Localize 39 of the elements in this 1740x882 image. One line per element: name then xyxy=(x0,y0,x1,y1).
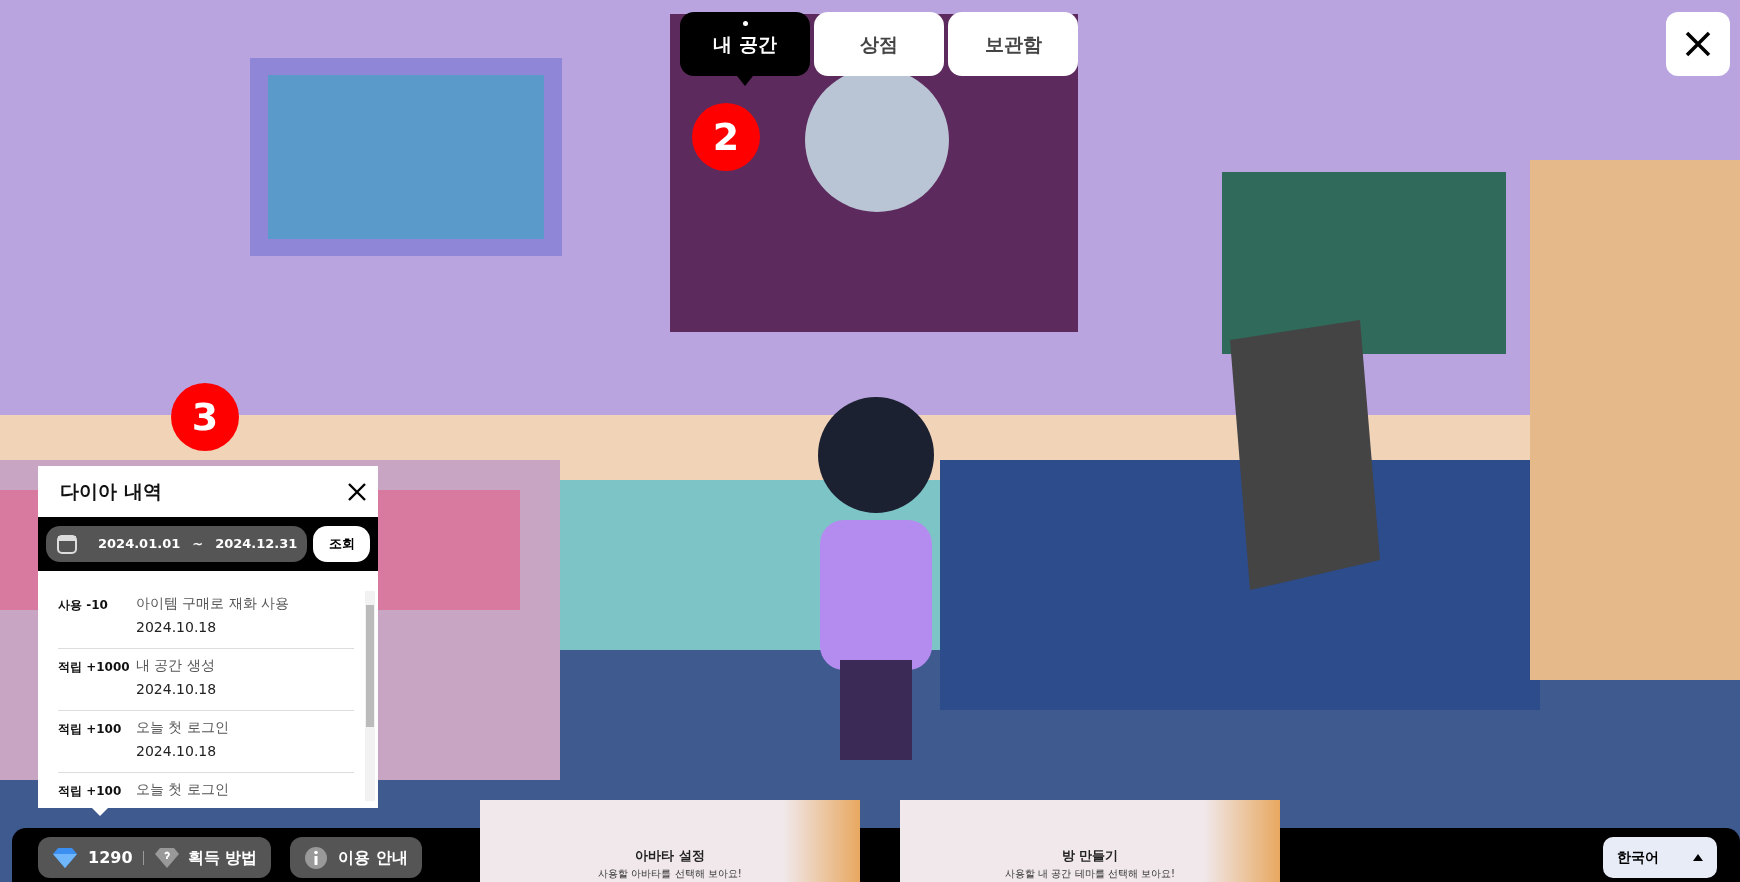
close-button[interactable] xyxy=(1666,12,1730,76)
search-button[interactable]: 조회 xyxy=(313,526,370,562)
entry-description: 내 공간 생성 xyxy=(136,656,216,675)
scrollbar[interactable] xyxy=(365,591,375,801)
caret-icon xyxy=(1693,854,1703,861)
entry-type: 사용 -10 xyxy=(58,597,109,614)
diamond-count: 1290 xyxy=(88,846,133,869)
language-select[interactable]: 한국어 xyxy=(1603,837,1717,878)
entry-date: 2024.10.18 xyxy=(136,742,218,761)
close-icon xyxy=(1685,31,1711,57)
diamond-question-icon xyxy=(153,846,180,869)
date-text: 2024.12.31 xyxy=(215,535,298,554)
calendar-icon xyxy=(56,533,78,555)
card-subtitle: 사용할 내 공간 테마를 선택해 보아요! xyxy=(1004,866,1176,881)
menu-card[interactable]: 방 만들기 사용할 내 공간 테마를 선택해 보아요! xyxy=(900,800,1280,882)
card-title: 방 만들기 xyxy=(1060,847,1120,866)
entry-type: 적립 +100 xyxy=(58,783,123,800)
entry-description: 오늘 첫 로그인 xyxy=(136,718,229,737)
guide-button[interactable]: 이용 안내 xyxy=(290,837,422,878)
date-separator: ~ xyxy=(192,535,204,554)
card-title: 아바타 설정 xyxy=(634,847,706,866)
close-icon xyxy=(348,483,366,501)
earn-button[interactable]: 획득 방법 xyxy=(153,845,258,870)
entry-date: 2024.10.18 xyxy=(136,680,217,699)
panel-title: 다이아 내역 xyxy=(60,479,162,505)
entry-description: 아이템 구매로 재화 사용 xyxy=(136,594,290,613)
date-range-field[interactable]: 2024.01.01 ~ 2024.12.31 xyxy=(46,526,308,562)
tab[interactable]: 보관함 xyxy=(948,12,1078,76)
tab[interactable]: 상점 xyxy=(814,12,944,76)
entry-description: 오늘 첫 로그인 xyxy=(136,780,229,799)
card-subtitle: 사용할 아바타를 선택해 보아요! xyxy=(597,866,743,881)
date-text: 2024.01.01 xyxy=(98,535,181,554)
entry-type: 적립 +100 xyxy=(58,721,123,738)
info-icon xyxy=(304,845,328,870)
tab[interactable]: 내 공간 xyxy=(680,12,810,76)
menu-card[interactable]: 아바타 설정 사용할 아바타를 선택해 보아요! xyxy=(480,800,860,882)
entry-type: 적립 +1000 xyxy=(58,659,131,676)
entry-date: 2024.10.18 xyxy=(136,618,218,637)
diamond-icon xyxy=(52,846,78,869)
